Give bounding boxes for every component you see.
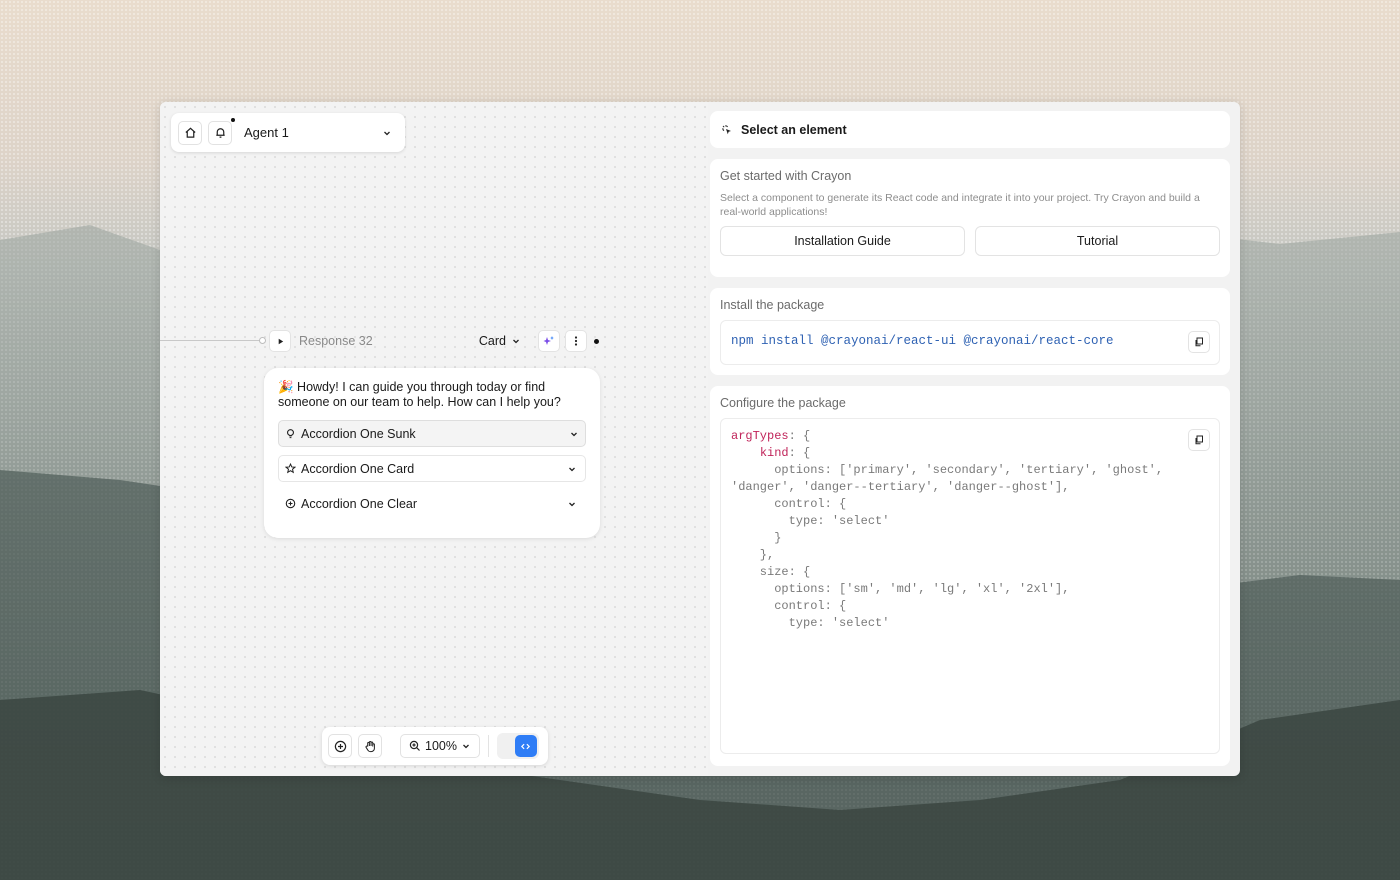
code-panel: Select an element Get started with Crayo…	[710, 102, 1240, 776]
expand-toggle[interactable]	[565, 497, 579, 511]
section-description: Select a component to generate its React…	[720, 192, 1200, 218]
chevron-down-icon	[571, 432, 577, 436]
canvas-toolbar: 100%	[322, 727, 548, 765]
select-cursor-icon	[722, 124, 731, 134]
code-view-toggle[interactable]	[496, 733, 539, 759]
zoom-icon	[409, 740, 420, 751]
zoom-control[interactable]: 100%	[400, 734, 480, 758]
ai-generate-button[interactable]	[538, 330, 560, 352]
app-window: Agent 1 Response 32 Card 🎉 Howdy! I can …	[160, 102, 1240, 776]
configure-section: Configure the package argTypes: { kind: …	[710, 386, 1230, 766]
component-type-selector[interactable]: Card	[479, 334, 521, 348]
home-icon	[184, 127, 196, 138]
zoom-level: 100%	[425, 739, 457, 753]
sparkle-icon	[543, 336, 554, 345]
install-section: Install the package npm install @crayona…	[710, 288, 1230, 375]
agent-selector[interactable]: Agent 1	[238, 125, 398, 140]
play-icon	[278, 338, 283, 344]
bell-icon	[215, 128, 225, 138]
accordion-label: Accordion One Card	[301, 461, 415, 476]
output-handle[interactable]	[594, 338, 599, 344]
agent-name: Agent 1	[244, 125, 289, 140]
copy-icon	[1195, 435, 1203, 445]
code-body: options: ['primary', 'secondary', 'terti…	[731, 463, 1164, 630]
section-title: Configure the package	[720, 396, 846, 410]
accordion-label: Accordion One Sunk	[301, 426, 416, 441]
greeting-text: 🎉 Howdy! I can guide you through today o…	[278, 380, 561, 409]
select-element-bar[interactable]: Select an element	[710, 111, 1230, 148]
hand-icon	[365, 740, 375, 752]
chevron-down-icon	[513, 339, 519, 344]
copy-button[interactable]	[1188, 331, 1210, 353]
pan-tool-button[interactable]	[358, 734, 382, 758]
accordion-item[interactable]: Accordion One Sunk	[278, 420, 586, 447]
response-title: Response 32	[299, 334, 373, 348]
run-button[interactable]	[269, 330, 291, 352]
accordion-item[interactable]: Accordion One Clear	[278, 490, 586, 517]
response-node-header: Response 32 Card	[269, 328, 599, 354]
more-options-button[interactable]	[565, 330, 587, 352]
agent-bar: Agent 1	[171, 113, 405, 152]
edge-handle[interactable]	[259, 337, 266, 344]
config-code: argTypes: { kind: { options: ['primary',…	[731, 429, 1164, 630]
notifications-button[interactable]	[208, 117, 235, 145]
chevron-down-icon	[384, 131, 390, 135]
toggle-knob	[514, 735, 537, 757]
install-command: npm install @crayonai/react-ui @crayonai…	[731, 334, 1114, 348]
code-keyword: argTypes	[731, 429, 789, 443]
accordion-item[interactable]: Accordion One Card	[278, 455, 586, 482]
install-code-block: npm install @crayonai/react-ui @crayonai…	[720, 320, 1220, 365]
plus-circle-icon	[334, 740, 346, 752]
installation-guide-button[interactable]: Installation Guide	[720, 226, 965, 256]
configure-code-block: argTypes: { kind: { options: ['primary',…	[720, 418, 1220, 754]
section-title: Get started with Crayon	[720, 169, 852, 183]
tutorial-button[interactable]: Tutorial	[975, 226, 1220, 256]
plus-circle-icon	[285, 498, 296, 509]
expand-toggle[interactable]	[565, 462, 579, 476]
edge-connector	[160, 340, 260, 341]
code-icon	[521, 743, 531, 749]
accordion-label: Accordion One Clear	[301, 496, 418, 511]
code-keyword: kind	[759, 446, 789, 460]
flow-canvas[interactable]: Agent 1 Response 32 Card 🎉 Howdy! I can …	[160, 102, 708, 776]
get-started-section: Get started with Crayon Select a compone…	[710, 159, 1230, 277]
star-icon	[285, 463, 296, 474]
select-element-label: Select an element	[741, 122, 847, 137]
chevron-down-icon	[569, 467, 575, 471]
home-button[interactable]	[178, 120, 202, 145]
component-type-label: Card	[478, 334, 506, 348]
section-title: Install the package	[720, 298, 825, 312]
copy-button[interactable]	[1188, 429, 1210, 451]
copy-icon	[1195, 337, 1203, 347]
add-node-button[interactable]	[328, 734, 352, 758]
lightbulb-icon	[287, 429, 294, 439]
response-card: 🎉 Howdy! I can guide you through today o…	[264, 368, 600, 538]
more-vertical-icon	[574, 336, 578, 346]
toolbar-divider	[487, 735, 489, 757]
chevron-down-icon	[463, 744, 469, 749]
chevron-down-icon	[569, 502, 575, 506]
notification-dot	[231, 117, 235, 122]
